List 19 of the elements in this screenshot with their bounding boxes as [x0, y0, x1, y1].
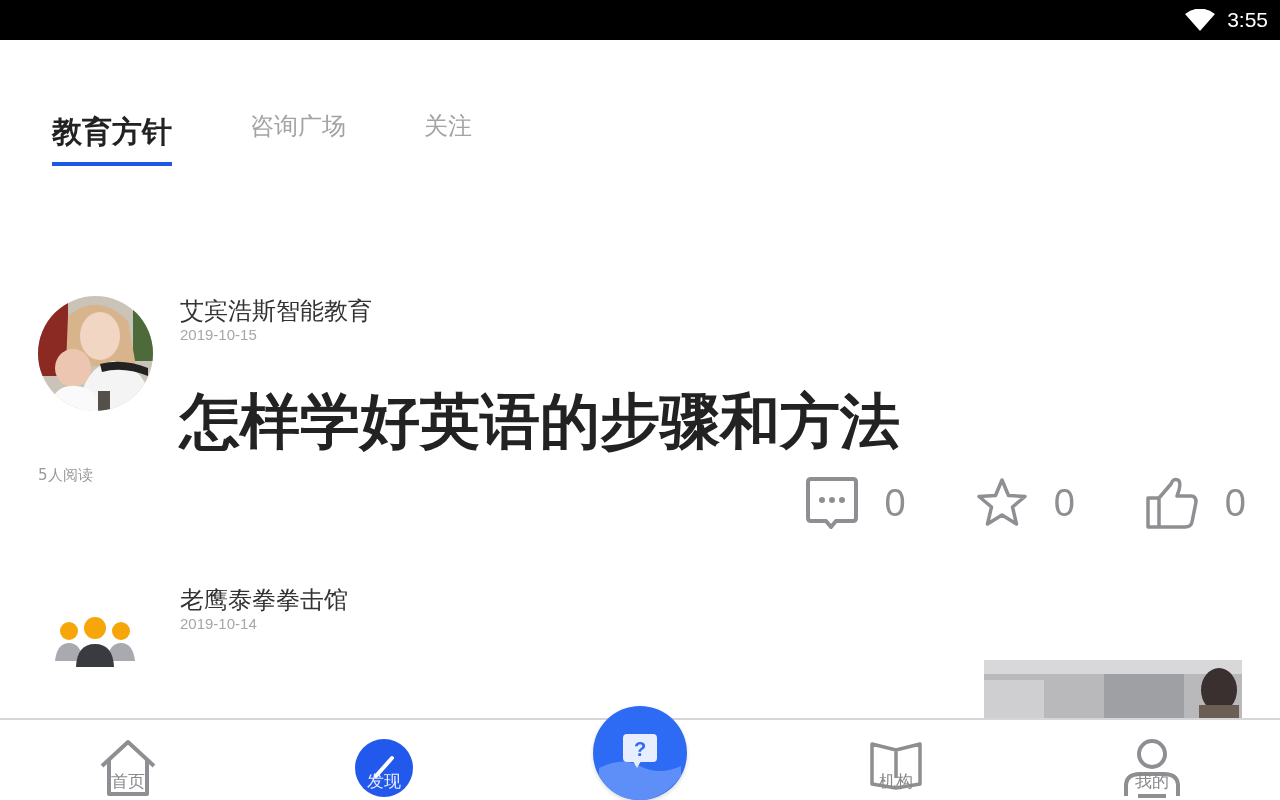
post-date: 2019-10-14: [180, 615, 258, 633]
ask-button[interactable]: ?: [593, 706, 687, 800]
nav-tab[interactable]: 首页: [0, 720, 256, 800]
nav-tab[interactable]: 我的: [1024, 720, 1280, 800]
nav-tab[interactable]: 发现: [256, 720, 512, 800]
group-icon: [55, 617, 135, 667]
author-name: 老鹰泰拳拳击馆: [180, 585, 348, 615]
favorite-button[interactable]: 0: [975, 476, 1075, 530]
tab[interactable]: 咨询广场: [250, 102, 346, 166]
status-time: 3:55: [1227, 8, 1268, 32]
person-icon: [1122, 738, 1182, 798]
like-button[interactable]: 0: [1144, 476, 1246, 530]
author-name: 艾宾浩斯智能教育: [180, 296, 373, 326]
tab[interactable]: 关注: [424, 102, 472, 166]
post-title[interactable]: 怎样学好英语的步骤和方法: [180, 386, 900, 456]
wifi-icon: [1185, 9, 1216, 31]
read-count: 5人阅读: [38, 466, 93, 485]
tab[interactable]: 教育方针: [52, 102, 172, 166]
post-date: 2019-10-15: [180, 326, 258, 344]
